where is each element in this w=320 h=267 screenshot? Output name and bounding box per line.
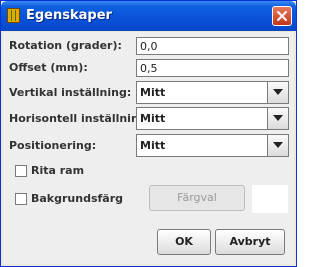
offset-label: Offset (mm): <box>9 61 88 74</box>
draw-frame-checkbox[interactable] <box>15 165 27 177</box>
vertical-alignment-value: Mitt <box>140 86 166 99</box>
vertical-alignment-select[interactable]: Mitt <box>136 81 289 104</box>
dropdown-button[interactable] <box>267 135 288 156</box>
horizontal-alignment-select[interactable]: Mitt <box>136 107 289 130</box>
properties-dialog: Egenskaper Rotation (grader): 0,0 Offset… <box>0 0 297 267</box>
title-bar[interactable]: Egenskaper <box>1 1 296 31</box>
color-swatch <box>252 185 288 213</box>
offset-field[interactable]: 0,5 <box>136 59 289 77</box>
background-color-checkbox[interactable] <box>15 193 27 205</box>
window-title: Egenskaper <box>26 8 112 23</box>
chevron-down-icon <box>273 89 283 95</box>
chevron-down-icon <box>273 142 283 148</box>
background-color-label: Bakgrundsfärg <box>31 192 124 205</box>
positioning-value: Mitt <box>140 139 166 152</box>
dropdown-button[interactable] <box>267 82 288 103</box>
draw-frame-label: Rita ram <box>31 164 85 177</box>
positioning-select[interactable]: Mitt <box>136 134 289 157</box>
dropdown-button[interactable] <box>267 108 288 129</box>
grid-icon <box>7 8 20 23</box>
horizontal-alignment-value: Mitt <box>140 112 166 125</box>
rotation-label: Rotation (grader): <box>9 39 122 52</box>
cancel-button[interactable]: Avbryt <box>215 229 285 255</box>
ok-button[interactable]: OK <box>157 229 211 255</box>
rotation-field[interactable]: 0,0 <box>136 37 289 55</box>
horizontal-alignment-label: Horisontell inställning: <box>9 112 152 125</box>
vertical-alignment-label: Vertikal inställning: <box>9 86 132 99</box>
color-picker-button[interactable]: Färgval <box>149 185 245 211</box>
close-icon <box>277 11 287 21</box>
positioning-label: Positionering: <box>9 139 97 152</box>
dialog-body: Rotation (grader): 0,0 Offset (mm): 0,5 … <box>3 32 294 264</box>
chevron-down-icon <box>273 115 283 121</box>
close-button[interactable] <box>272 6 292 26</box>
